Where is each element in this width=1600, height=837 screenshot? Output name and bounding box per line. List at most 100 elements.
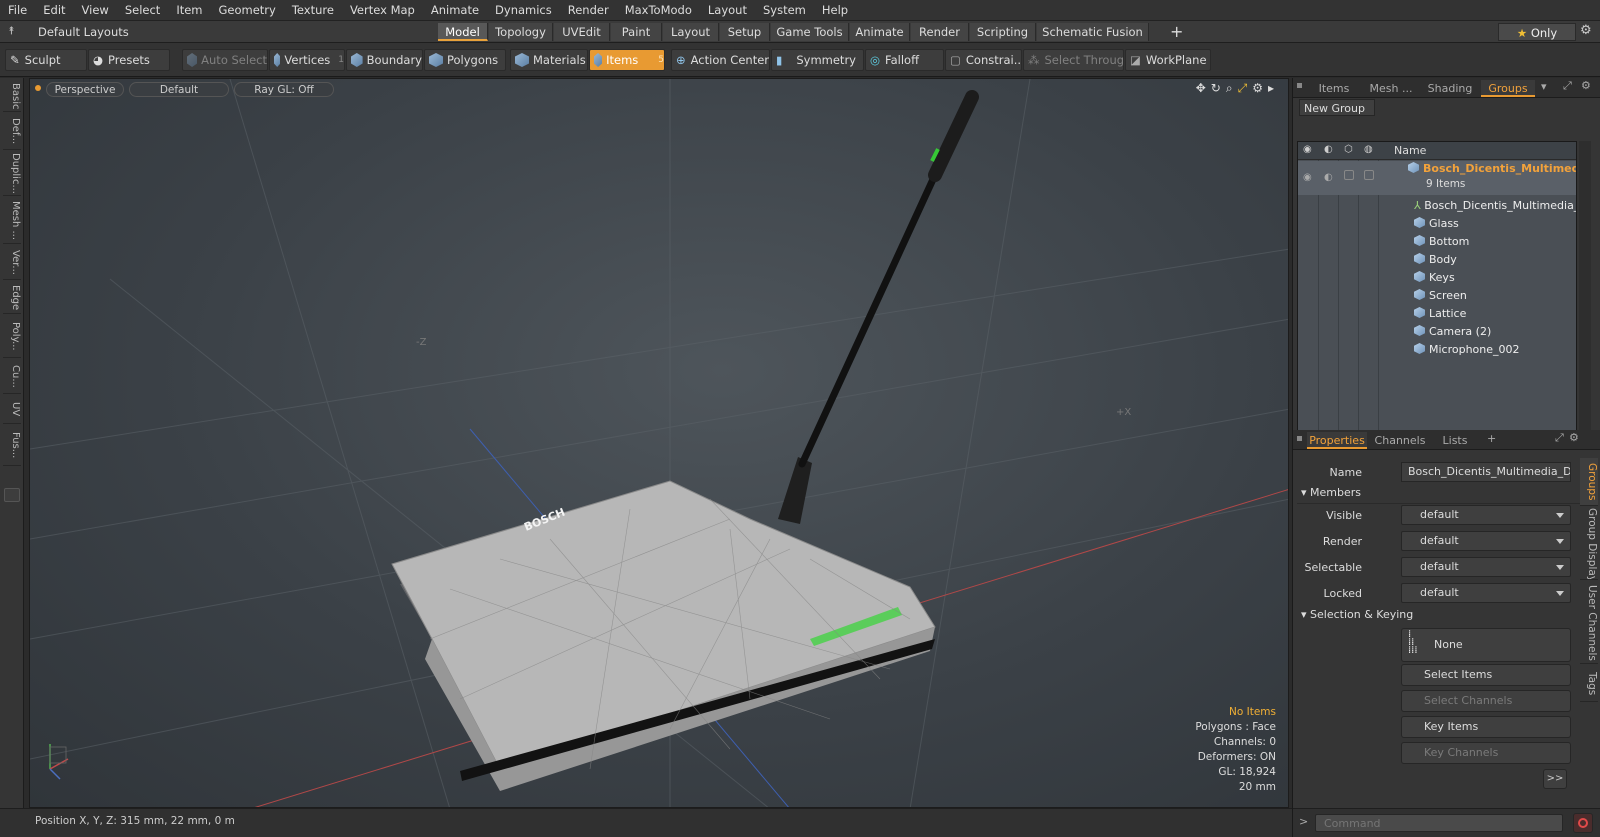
tab-mesh[interactable]: Mesh ... bbox=[1363, 80, 1419, 97]
presets-button[interactable]: ◕ Presets bbox=[88, 49, 170, 71]
materials-button[interactable]: Materials bbox=[510, 49, 588, 71]
tab-properties[interactable]: Properties bbox=[1307, 432, 1367, 449]
left-tab-duplicate[interactable]: Duplic... bbox=[3, 152, 21, 196]
render-dropdown[interactable]: default bbox=[1401, 531, 1571, 551]
menu-texture[interactable]: Texture bbox=[284, 0, 342, 21]
side-tab-user-channels[interactable]: User Channels bbox=[1580, 582, 1598, 664]
command-input[interactable] bbox=[1315, 814, 1563, 832]
menu-maxtomodo[interactable]: MaxToModo bbox=[617, 0, 700, 21]
select-channels-button[interactable]: Select Channels bbox=[1401, 690, 1571, 712]
new-group-button[interactable]: New Group bbox=[1299, 99, 1375, 116]
outliner-item[interactable]: Bottom bbox=[1414, 233, 1576, 251]
left-tab-basic[interactable]: Basic bbox=[3, 82, 21, 112]
vertices-button[interactable]: Vertices 1 bbox=[269, 49, 345, 71]
symmetry-button[interactable]: ▮ Symmetry bbox=[771, 49, 864, 71]
outliner-item[interactable]: Keys bbox=[1414, 269, 1576, 287]
tab-setup[interactable]: Setup bbox=[720, 23, 770, 41]
auto-select-button[interactable]: Auto Select bbox=[182, 49, 268, 71]
left-tab-mesh[interactable]: Mesh ... bbox=[3, 198, 21, 244]
left-tab-curve[interactable]: Cu... bbox=[3, 360, 21, 394]
only-toggle[interactable]: ★ Only bbox=[1498, 23, 1576, 41]
side-tab-group-display[interactable]: Group Display bbox=[1580, 508, 1598, 580]
properties-gear-icon[interactable]: ⚙ bbox=[1569, 431, 1579, 444]
menu-select[interactable]: Select bbox=[117, 0, 168, 21]
gear-icon[interactable]: ⚙ bbox=[1580, 23, 1592, 38]
menu-file[interactable]: File bbox=[0, 0, 35, 21]
tab-shading[interactable]: Shading bbox=[1421, 80, 1479, 97]
items-button[interactable]: Items 5 bbox=[589, 49, 665, 71]
collapse-arrow-icon[interactable]: ⯭ bbox=[8, 24, 15, 38]
menu-help[interactable]: Help bbox=[814, 0, 856, 21]
group-row[interactable]: ◉ ◐ Bosch_Dicentis_Multimed ... 9 Items bbox=[1298, 161, 1576, 195]
left-tab-deform[interactable]: Def... bbox=[3, 114, 21, 150]
outliner-item[interactable]: Microphone_002 bbox=[1414, 341, 1576, 359]
menu-animate[interactable]: Animate bbox=[423, 0, 487, 21]
key-items-button[interactable]: Key Items bbox=[1401, 716, 1571, 738]
group-render-icon[interactable]: ◐ bbox=[1324, 169, 1333, 187]
outliner-item[interactable]: Glass bbox=[1414, 215, 1576, 233]
action-center-button[interactable]: ⊕ Action Center bbox=[671, 49, 770, 71]
menu-system[interactable]: System bbox=[755, 0, 814, 21]
menu-layout[interactable]: Layout bbox=[700, 0, 755, 21]
3d-viewport[interactable]: Perspective Default Ray GL: Off ✥ ↻ ⌕ ⤢ … bbox=[29, 78, 1289, 808]
sculpt-button[interactable]: ✎ Sculpt bbox=[5, 49, 87, 71]
menu-edit[interactable]: Edit bbox=[35, 0, 73, 21]
locked-dropdown[interactable]: default bbox=[1401, 583, 1571, 603]
tab-schematic-fusion[interactable]: Schematic Fusion bbox=[1037, 23, 1149, 41]
side-tab-groups[interactable]: Groups bbox=[1580, 458, 1598, 506]
group-select-checkbox[interactable] bbox=[1364, 170, 1374, 180]
select-items-button[interactable]: Select Items bbox=[1401, 664, 1571, 686]
menu-dynamics[interactable]: Dynamics bbox=[487, 0, 560, 21]
properties-expand-icon[interactable]: ⤢ bbox=[1555, 431, 1564, 445]
outliner-scrollbar[interactable] bbox=[1579, 141, 1591, 431]
key-channels-button[interactable]: Key Channels bbox=[1401, 742, 1571, 764]
tab-channels[interactable]: Channels bbox=[1371, 432, 1429, 449]
outliner-item[interactable]: Body bbox=[1414, 251, 1576, 269]
polygons-button[interactable]: Polygons bbox=[424, 49, 506, 71]
group-lock-checkbox[interactable] bbox=[1344, 170, 1354, 180]
menu-item[interactable]: Item bbox=[168, 0, 210, 21]
workplane-button[interactable]: ◪ WorkPlane bbox=[1125, 49, 1211, 71]
visible-dropdown[interactable]: default bbox=[1401, 505, 1571, 525]
tab-items[interactable]: Items bbox=[1307, 80, 1361, 97]
tab-render[interactable]: Render bbox=[911, 23, 969, 41]
outliner-item[interactable]: Camera (2) bbox=[1414, 323, 1576, 341]
group-name-input[interactable]: Bosch_Dicentis_Multimedia_Devic bbox=[1401, 462, 1571, 482]
tab-uvedit[interactable]: UVEdit bbox=[554, 23, 610, 41]
none-button[interactable]: ⁞ ⁞⁞ ⁞⁞⁞ None bbox=[1401, 628, 1571, 662]
layout-preset-dropdown[interactable]: Default Layouts ▾ bbox=[26, 23, 132, 57]
tab-topology[interactable]: Topology bbox=[489, 23, 553, 41]
falloff-button[interactable]: ◎ Falloff bbox=[865, 49, 944, 71]
tab-animate[interactable]: Animate bbox=[850, 23, 910, 41]
side-tab-tags[interactable]: Tags bbox=[1580, 666, 1598, 702]
expand-panel-icon[interactable]: ⤢ bbox=[1563, 79, 1572, 93]
menu-render[interactable]: Render bbox=[560, 0, 617, 21]
record-button[interactable] bbox=[1573, 813, 1593, 833]
tab-lists[interactable]: Lists bbox=[1433, 432, 1477, 449]
left-panel-toggle[interactable] bbox=[4, 488, 20, 502]
add-tab-icon[interactable]: + bbox=[1170, 22, 1183, 41]
menu-vertex-map[interactable]: Vertex Map bbox=[342, 0, 423, 21]
outliner-item[interactable]: ⅄ Bosch_Dicentis_Multimedia_... bbox=[1414, 197, 1576, 215]
left-tab-fusion[interactable]: Fus... bbox=[3, 426, 21, 466]
outliner-gear-icon[interactable]: ⚙ bbox=[1581, 79, 1591, 92]
tab-game-tools[interactable]: Game Tools bbox=[771, 23, 849, 41]
tab-groups[interactable]: Groups bbox=[1481, 80, 1535, 97]
tab-model[interactable]: Model bbox=[438, 23, 488, 41]
add-properties-tab-icon[interactable]: + bbox=[1487, 432, 1496, 445]
selection-keying-section-header[interactable]: ▾ Selection & Keying bbox=[1301, 608, 1413, 621]
outliner-item[interactable]: Lattice bbox=[1414, 305, 1576, 323]
group-visibility-icon[interactable]: ◉ bbox=[1303, 169, 1312, 187]
select-through-button[interactable]: ⁂ Select Through bbox=[1023, 49, 1124, 71]
left-tab-uv[interactable]: UV bbox=[3, 396, 21, 424]
left-tab-polygon[interactable]: Poly... bbox=[3, 316, 21, 358]
boundary-button[interactable]: Boundary bbox=[346, 49, 423, 71]
members-section-header[interactable]: ▾ Members bbox=[1301, 486, 1361, 499]
tab-layout[interactable]: Layout bbox=[663, 23, 719, 41]
selectable-dropdown[interactable]: default bbox=[1401, 557, 1571, 577]
menu-view[interactable]: View bbox=[74, 0, 117, 21]
constraints-button[interactable]: ▢ Constrai... bbox=[945, 49, 1022, 71]
left-tab-edge[interactable]: Edge bbox=[3, 282, 21, 314]
left-tab-vertex[interactable]: Ver... bbox=[3, 246, 21, 280]
more-button[interactable]: >> bbox=[1543, 769, 1567, 789]
